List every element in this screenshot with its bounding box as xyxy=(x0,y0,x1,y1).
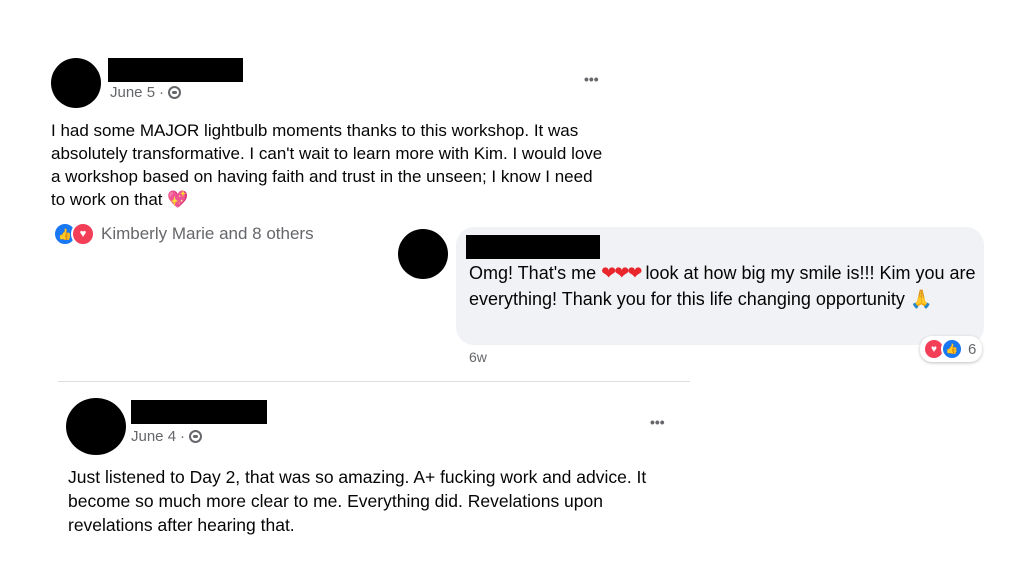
love-reaction-icon: ♥ xyxy=(71,222,95,246)
post1-body: I had some MAJOR lightbulb moments thank… xyxy=(51,119,611,211)
comment-avatar[interactable] xyxy=(398,229,448,279)
post2-avatar[interactable] xyxy=(66,398,126,455)
post2-text: Just listened to Day 2, that was so amaz… xyxy=(68,467,647,535)
post1-author-name-redacted[interactable] xyxy=(108,58,243,82)
post2-more-options-button[interactable]: ••• xyxy=(650,415,665,429)
folded-hands-emoji: 🙏 xyxy=(909,289,933,309)
post2-date[interactable]: June 4 xyxy=(131,428,176,445)
post-divider xyxy=(58,381,690,382)
post1-text: I had some MAJOR lightbulb moments thank… xyxy=(51,121,603,209)
comment-author-name-redacted[interactable] xyxy=(466,235,600,259)
comment-time[interactable]: 6w xyxy=(469,349,487,365)
comment-body: Omg! That's me ❤❤❤ look at how big my sm… xyxy=(469,260,979,312)
comment-text-before: Omg! That's me xyxy=(469,263,597,283)
comment-reaction-count: 6 xyxy=(968,340,977,358)
post1-avatar[interactable] xyxy=(51,58,101,108)
red-hearts-emoji: ❤❤❤ xyxy=(601,263,642,283)
post1-date[interactable]: June 5 xyxy=(110,84,155,101)
post2-author-name-redacted[interactable] xyxy=(131,400,267,424)
post1-reactions[interactable]: 👍 ♥ Kimberly Marie and 8 others xyxy=(53,222,314,246)
globe-icon xyxy=(189,430,203,443)
comment-reactions[interactable]: ♥ 👍 6 xyxy=(920,336,983,362)
post1-meta: June 5 · xyxy=(110,84,182,101)
globe-icon xyxy=(168,86,182,99)
like-reaction-icon: 👍 xyxy=(941,338,963,360)
post2-separator: · xyxy=(180,428,186,445)
post1-separator: · xyxy=(159,84,165,101)
post2-body: Just listened to Day 2, that was so amaz… xyxy=(68,465,668,537)
post1-more-options-button[interactable]: ••• xyxy=(584,72,599,86)
post1-reactions-label[interactable]: Kimberly Marie and 8 others xyxy=(101,224,314,244)
post2-meta: June 4 · xyxy=(131,428,203,445)
sparkling-heart-emoji: 💖 xyxy=(167,190,189,209)
